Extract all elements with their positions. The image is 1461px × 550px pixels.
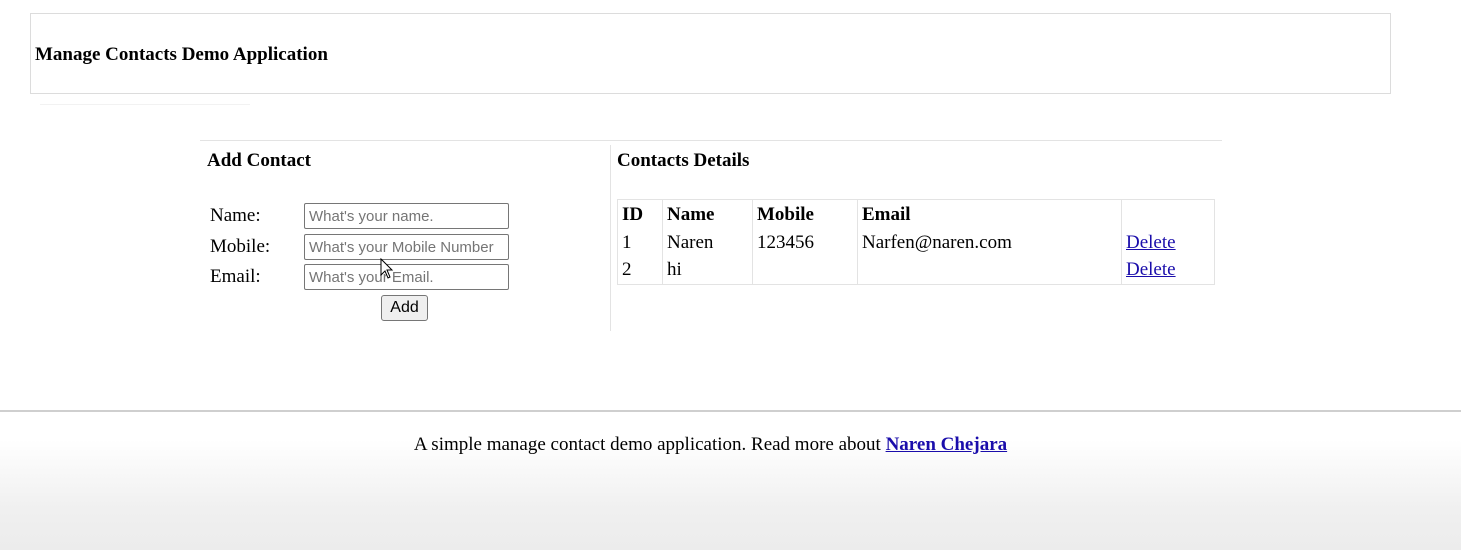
- cell-id: 2: [622, 259, 632, 281]
- name-row: Name:: [210, 203, 610, 231]
- cell-id: 1: [622, 231, 632, 253]
- page-footer: A simple manage contact demo application…: [0, 410, 1461, 550]
- footer-text: A simple manage contact demo application…: [413, 434, 881, 455]
- delete-link[interactable]: Delete: [1126, 259, 1176, 280]
- delete-link[interactable]: Delete: [1126, 232, 1176, 253]
- contacts-details-panel: Contacts Details ID Name Mobile Email 1 …: [611, 141, 1222, 329]
- add-button[interactable]: Add: [381, 295, 428, 321]
- name-input[interactable]: [304, 203, 509, 229]
- contacts-details-title: Contacts Details: [617, 150, 750, 171]
- cell-action: Delete: [1121, 256, 1214, 284]
- column-header-name: Name: [662, 200, 752, 229]
- table-row: 1 Naren 123456 Narfen@naren.com Delete: [618, 229, 1214, 257]
- mobile-label: Mobile:: [210, 236, 271, 257]
- contacts-table: ID Name Mobile Email 1 Naren 123456 Narf…: [617, 199, 1215, 285]
- header-shadow-divider: [40, 104, 250, 105]
- cell-mobile: [752, 256, 857, 284]
- add-contact-panel: Add Contact Name: Mobile: Email: Add: [200, 141, 610, 329]
- email-input[interactable]: [304, 264, 509, 290]
- column-header-action: [1121, 200, 1214, 229]
- column-header-id: ID: [622, 203, 644, 225]
- cell-mobile: 123456: [752, 229, 857, 257]
- cell-name: Naren: [662, 229, 752, 257]
- column-header-mobile: Mobile: [752, 200, 857, 229]
- mobile-input[interactable]: [304, 234, 509, 260]
- cell-email: Narfen@naren.com: [857, 229, 1121, 257]
- page-title: Manage Contacts Demo Application: [35, 44, 328, 65]
- add-contact-title: Add Contact: [207, 150, 311, 171]
- author-link[interactable]: Naren Chejara: [886, 434, 1008, 455]
- email-row: Email:: [210, 264, 610, 292]
- table-header-row: ID Name Mobile Email: [618, 200, 1214, 229]
- main-content: Add Contact Name: Mobile: Email: Add Con…: [200, 140, 1222, 331]
- footer-text-line: A simple manage contact demo application…: [0, 434, 1421, 456]
- name-label: Name:: [210, 205, 261, 226]
- column-header-email: Email: [857, 200, 1121, 229]
- email-label: Email:: [210, 266, 261, 287]
- table-row: 2 hi Delete: [618, 256, 1214, 284]
- mobile-row: Mobile:: [210, 234, 610, 262]
- cell-action: Delete: [1121, 229, 1214, 257]
- cell-name: hi: [662, 256, 752, 284]
- cell-email: [857, 256, 1121, 284]
- app-header: Manage Contacts Demo Application: [30, 13, 1391, 94]
